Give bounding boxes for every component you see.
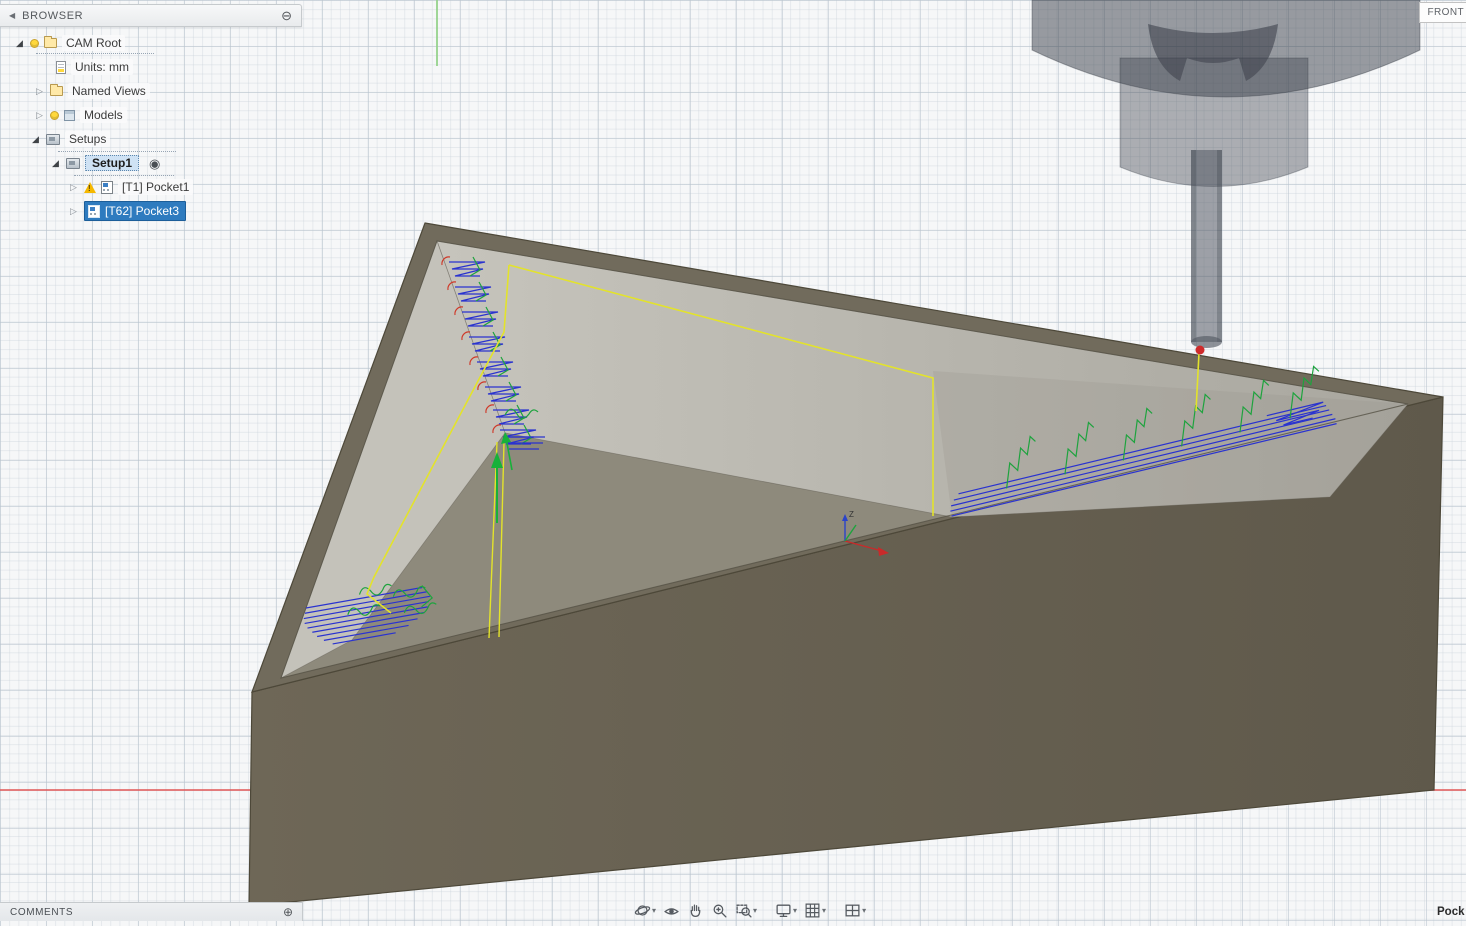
grid-display-icon (805, 903, 820, 918)
comments-bar[interactable]: COMMENTS ⊕ (0, 902, 303, 921)
visibility-bulb-icon[interactable] (30, 38, 39, 48)
caret-icon: ▾ (862, 905, 867, 915)
browser-tree: ◢ CAM Root Units: mm ▷ Named Views ▷ Mod… (0, 31, 302, 223)
tree-item-units[interactable]: Units: mm (0, 55, 302, 79)
setup-machine-icon (46, 133, 60, 145)
fusion-cam-workspace: { "glyphs": { "expanded": "◢", "collapse… (0, 0, 1466, 921)
viewports-button[interactable]: ▾ (842, 901, 868, 920)
browser-minimize-icon[interactable]: ⊖ (281, 9, 292, 22)
operation-icon (101, 180, 113, 194)
expander-icon[interactable]: ▷ (34, 110, 45, 120)
expander-icon[interactable]: ▷ (68, 206, 79, 216)
caret-icon: ▾ (753, 905, 758, 915)
units-document-icon (56, 60, 66, 74)
zoom-window-icon (736, 904, 752, 918)
tree-item-models[interactable]: ▷ Models (0, 103, 302, 127)
visibility-bulb-icon[interactable] (50, 110, 59, 120)
status-operation-label: Pock (1437, 906, 1465, 918)
tree-item-label: Models (80, 107, 127, 123)
browser-panel-header: ◀ BROWSER ⊖ (0, 4, 302, 27)
folder-icon (44, 36, 57, 48)
caret-icon: ▾ (822, 905, 827, 915)
tree-item-label: Units: mm (71, 59, 133, 75)
orbit-icon (634, 905, 651, 916)
tree-item-pocket1[interactable]: ▷ [T1] Pocket1 (0, 175, 302, 199)
viewcube-front-face[interactable]: FRONT (1418, 2, 1466, 23)
tree-dotted-guide (36, 53, 154, 54)
tree-item-label: Named Views (68, 83, 150, 99)
display-settings-button[interactable]: ▾ (773, 901, 799, 920)
tree-item-setup1[interactable]: ◢ Setup1 ◉ (0, 151, 302, 175)
tool-holder (1031, 0, 1421, 355)
zoom-button[interactable] (709, 901, 730, 920)
viewcube-front-label: FRONT (1427, 7, 1464, 18)
navigation-toolbar: ▾ ▾ ▾ ▾ ▾ (632, 901, 868, 920)
tree-item-pocket3[interactable]: ▷ [T62] Pocket3 (0, 199, 302, 223)
expander-icon[interactable]: ◢ (14, 38, 25, 48)
active-setup-target-icon[interactable]: ◉ (149, 157, 160, 170)
caret-icon: ▾ (793, 905, 798, 915)
viewports-icon (845, 904, 860, 917)
zoom-icon (713, 904, 727, 918)
pan-button[interactable] (685, 901, 706, 920)
folder-icon (50, 84, 63, 96)
expander-icon[interactable]: ◢ (30, 134, 41, 144)
tree-item-setups[interactable]: ◢ Setups (0, 127, 302, 151)
pan-icon (690, 904, 701, 917)
expander-icon[interactable]: ▷ (68, 182, 79, 192)
part-solid (248, 222, 1444, 907)
axis-z-label: Z (849, 510, 854, 519)
caret-icon: ▾ (652, 905, 657, 915)
display-settings-icon (776, 904, 791, 917)
look-at-icon (664, 908, 679, 915)
tree-item-label: [T1] Pocket1 (118, 179, 194, 195)
zoom-window-button[interactable]: ▾ (733, 901, 759, 920)
orbit-button[interactable]: ▾ (632, 901, 658, 920)
operation-icon (88, 204, 100, 218)
tree-item-label: CAM Root (62, 35, 126, 51)
look-at-button[interactable] (661, 901, 682, 920)
tool-tip-point (1195, 345, 1205, 355)
comments-expand-icon[interactable]: ⊕ (283, 906, 293, 918)
tree-item-named-views[interactable]: ▷ Named Views (0, 79, 302, 103)
tree-item-label: Setups (65, 131, 111, 147)
expander-icon[interactable]: ◢ (50, 158, 61, 168)
setup-machine-icon (66, 157, 80, 169)
model-cube-icon (64, 109, 75, 121)
tree-item-label: Setup1 (85, 155, 140, 171)
warning-icon (84, 181, 96, 193)
tree-item-label: [T62] Pocket3 (105, 204, 180, 218)
expander-icon[interactable]: ▷ (34, 86, 45, 96)
tree-dotted-guide (74, 175, 174, 176)
selected-operation-chip[interactable]: [T62] Pocket3 (84, 201, 187, 221)
tree-item-cam-root[interactable]: ◢ CAM Root (0, 31, 302, 55)
grid-display-button[interactable]: ▾ (802, 901, 828, 920)
browser-collapse-icon[interactable]: ◀ (9, 11, 15, 20)
tree-dotted-guide (58, 151, 176, 152)
comments-label: COMMENTS (10, 906, 74, 918)
browser-title: BROWSER (22, 9, 84, 22)
